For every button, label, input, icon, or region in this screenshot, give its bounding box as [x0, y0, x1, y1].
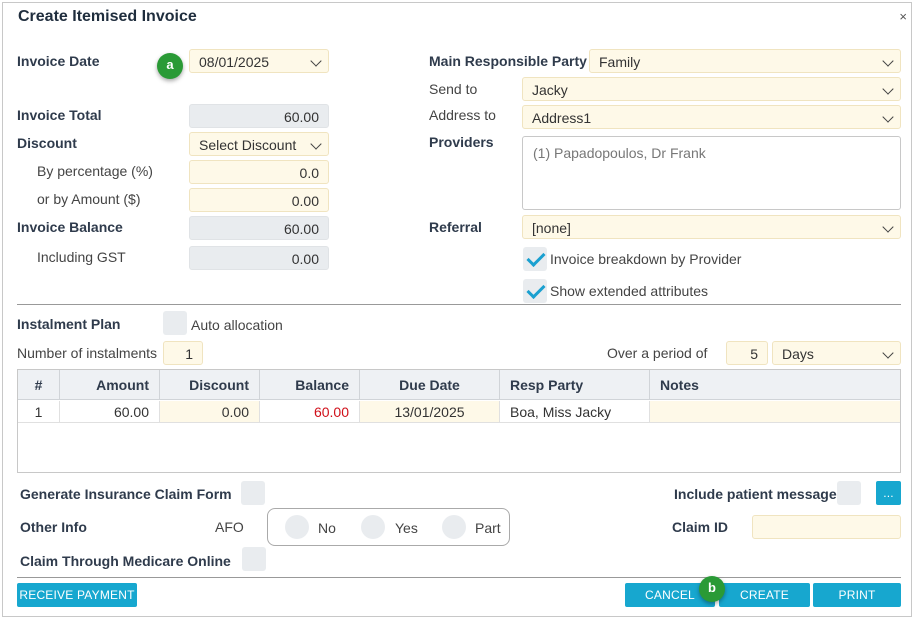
instalment-count-label: Number of instalments: [17, 345, 158, 361]
col-notes[interactable]: Notes: [650, 370, 900, 400]
col-number[interactable]: #: [18, 370, 60, 400]
callout-marker-a: a: [157, 53, 183, 79]
afo-label: AFO: [215, 519, 244, 535]
invoice-total-label: Invoice Total: [17, 107, 102, 123]
referral-value: [none]: [532, 220, 571, 236]
by-amount-input[interactable]: 0.00: [189, 188, 329, 212]
chevron-down-icon: [882, 55, 894, 67]
including-gst-label: Including GST: [37, 249, 126, 265]
print-button[interactable]: PRINT: [813, 583, 901, 607]
medicare-label: Claim Through Medicare Online: [20, 553, 231, 569]
auto-allocation-label: Auto allocation: [191, 317, 283, 333]
extended-checkbox[interactable]: [523, 279, 547, 303]
breakdown-label: Invoice breakdown by Provider: [550, 251, 742, 267]
col-balance[interactable]: Balance: [260, 370, 360, 400]
afo-radio-group: No Yes Part: [267, 508, 510, 546]
invoice-date-select[interactable]: 08/01/2025: [189, 49, 329, 73]
by-percentage-input[interactable]: 0.0: [189, 160, 329, 184]
period-label: Over a period of: [607, 345, 708, 361]
instalment-plan-label: Instalment Plan: [17, 316, 121, 332]
receive-payment-button[interactable]: RECEIVE PAYMENT: [17, 583, 137, 607]
providers-list[interactable]: (1) Papadopoulos, Dr Frank: [522, 136, 901, 210]
discount-label: Discount: [17, 135, 77, 151]
address-to-label: Address to: [429, 107, 496, 123]
close-icon[interactable]: ×: [899, 9, 907, 24]
extended-label: Show extended attributes: [550, 283, 708, 299]
send-to-value: Jacky: [532, 82, 568, 98]
discount-select[interactable]: Select Discount: [189, 132, 329, 156]
col-discount[interactable]: Discount: [160, 370, 260, 400]
instalment-count-input[interactable]: 1: [163, 341, 203, 365]
callout-marker-b: b: [699, 576, 725, 602]
referral-label: Referral: [429, 219, 482, 235]
invoice-date-label: Invoice Date: [17, 53, 100, 69]
period-value-input[interactable]: 5: [726, 341, 768, 365]
chevron-down-icon: [882, 83, 894, 95]
providers-label: Providers: [429, 134, 494, 150]
including-gst-field: 0.00: [189, 246, 329, 270]
row-notes[interactable]: [650, 401, 900, 423]
send-to-select[interactable]: Jacky: [522, 77, 901, 101]
instalment-table: # Amount Discount Balance Due Date Resp …: [17, 369, 901, 473]
period-unit-select[interactable]: Days: [772, 341, 901, 365]
create-button[interactable]: CREATE: [719, 583, 810, 607]
patient-message-label: Include patient message: [674, 486, 837, 502]
invoice-date-value: 08/01/2025: [199, 54, 270, 70]
main-party-label: Main Responsible Party: [429, 53, 587, 69]
radio-yes[interactable]: [361, 515, 385, 539]
row-discount[interactable]: 0.00: [160, 401, 260, 423]
chevron-down-icon: [882, 111, 894, 123]
insurance-claim-checkbox[interactable]: [241, 481, 265, 505]
col-resp-party[interactable]: Resp Party: [500, 370, 650, 400]
claim-id-label: Claim ID: [672, 519, 729, 535]
row-due-date[interactable]: 13/01/2025: [360, 401, 500, 423]
chevron-down-icon: [310, 138, 322, 150]
address-to-value: Address1: [532, 110, 592, 126]
invoice-total-field: 60.00: [189, 104, 329, 128]
discount-select-value: Select Discount: [199, 137, 297, 153]
breakdown-checkbox[interactable]: [523, 247, 547, 271]
address-to-select[interactable]: Address1: [522, 105, 901, 129]
invoice-dialog: Create Itemised Invoice × Invoice Date 0…: [2, 2, 912, 617]
chevron-down-icon: [310, 55, 322, 67]
footer-divider: [17, 577, 901, 578]
patient-message-button[interactable]: ...: [876, 481, 901, 505]
radio-part[interactable]: [442, 515, 466, 539]
dialog-title: Create Itemised Invoice: [18, 8, 197, 25]
radio-no[interactable]: [285, 515, 309, 539]
insurance-claim-label: Generate Insurance Claim Form: [20, 486, 232, 502]
medicare-checkbox[interactable]: [242, 547, 266, 571]
col-due-date[interactable]: Due Date: [360, 370, 500, 400]
radio-part-label: Part: [475, 520, 501, 536]
invoice-balance-field: 60.00: [189, 216, 329, 240]
invoice-balance-label: Invoice Balance: [17, 219, 123, 235]
row-balance: 60.00: [260, 401, 360, 423]
referral-select[interactable]: [none]: [522, 215, 901, 239]
section-divider: [17, 304, 901, 305]
main-party-select[interactable]: Family: [589, 49, 901, 73]
period-unit-value: Days: [782, 346, 814, 362]
main-party-value: Family: [599, 54, 641, 70]
radio-yes-label: Yes: [395, 520, 418, 536]
radio-no-label: No: [318, 520, 336, 536]
send-to-label: Send to: [429, 81, 478, 97]
patient-message-checkbox[interactable]: [837, 481, 861, 505]
claim-id-input[interactable]: [752, 515, 901, 539]
row-number: 1: [18, 401, 60, 423]
chevron-down-icon: [882, 221, 894, 233]
by-amount-label: or by Amount ($): [37, 191, 141, 207]
auto-allocation-checkbox[interactable]: [163, 311, 187, 335]
col-amount[interactable]: Amount: [60, 370, 160, 400]
chevron-down-icon: [882, 347, 894, 359]
row-resp-party: Boa, Miss Jacky: [500, 401, 650, 423]
by-percentage-label: By percentage (%): [37, 163, 153, 179]
other-info-label: Other Info: [20, 519, 87, 535]
row-amount: 60.00: [60, 401, 160, 423]
table-header: # Amount Discount Balance Due Date Resp …: [18, 370, 900, 400]
